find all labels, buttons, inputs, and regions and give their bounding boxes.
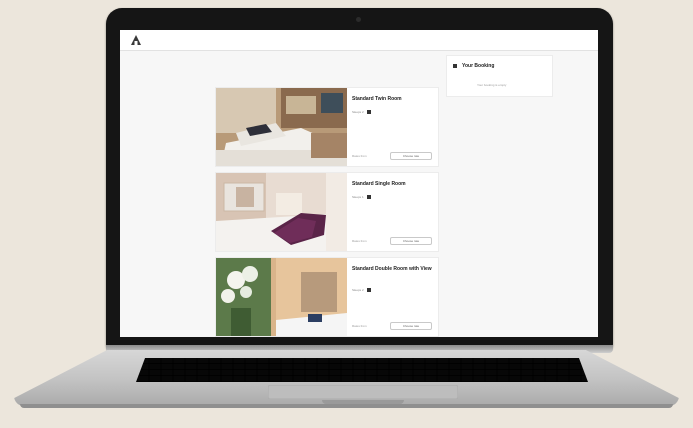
room-price: Rates from xyxy=(352,324,367,328)
occupancy-text: Sleeps 1 xyxy=(352,195,364,199)
laptop-keyboard xyxy=(136,358,588,382)
room-card-single: Standard Single Room Sleeps 1 Rates from… xyxy=(215,172,439,252)
laptop-lid: Standard Twin Room Sleeps 2 Rates from C… xyxy=(106,8,613,350)
hotel-logo-icon[interactable] xyxy=(130,34,142,46)
room-occupancy: Sleeps 2 xyxy=(352,288,371,293)
person-icon xyxy=(366,195,371,200)
choose-rate-button[interactable]: Choose rate xyxy=(390,237,432,245)
room-photo-twin[interactable] xyxy=(216,88,347,166)
room-price: Rates from xyxy=(352,154,367,158)
person-icon xyxy=(366,288,371,293)
laptop-screen: Standard Twin Room Sleeps 2 Rates from C… xyxy=(120,30,598,337)
booking-empty-text: Your booking is empty xyxy=(477,83,507,87)
person-icon xyxy=(366,110,371,115)
room-occupancy: Sleeps 1 xyxy=(352,195,371,200)
occupancy-text: Sleeps 2 xyxy=(352,288,364,292)
laptop-base-edge xyxy=(20,404,673,408)
webcam-icon xyxy=(356,17,361,22)
site-header xyxy=(120,30,598,51)
room-occupancy: Sleeps 2 xyxy=(352,110,371,115)
room-title: Standard Single Room xyxy=(352,181,406,187)
choose-rate-button[interactable]: Choose rate xyxy=(390,152,432,160)
room-title: Standard Double Room with View xyxy=(352,266,432,272)
room-photo-single[interactable] xyxy=(216,173,347,251)
page-content: Standard Twin Room Sleeps 2 Rates from C… xyxy=(120,51,598,337)
choose-rate-button[interactable]: Choose rate xyxy=(390,322,432,330)
room-title: Standard Twin Room xyxy=(352,96,402,102)
room-card-twin: Standard Twin Room Sleeps 2 Rates from C… xyxy=(215,87,439,167)
occupancy-text: Sleeps 2 xyxy=(352,110,364,114)
room-price: Rates from xyxy=(352,239,367,243)
booking-title: Your Booking xyxy=(462,63,495,69)
room-photo-double-view[interactable] xyxy=(216,258,347,336)
room-card-double-view: Standard Double Room with View Sleeps 2 … xyxy=(215,257,439,337)
booking-panel: Your Booking Your booking is empty xyxy=(446,55,553,97)
booking-icon xyxy=(453,64,457,68)
laptop-trackpad xyxy=(268,385,458,399)
